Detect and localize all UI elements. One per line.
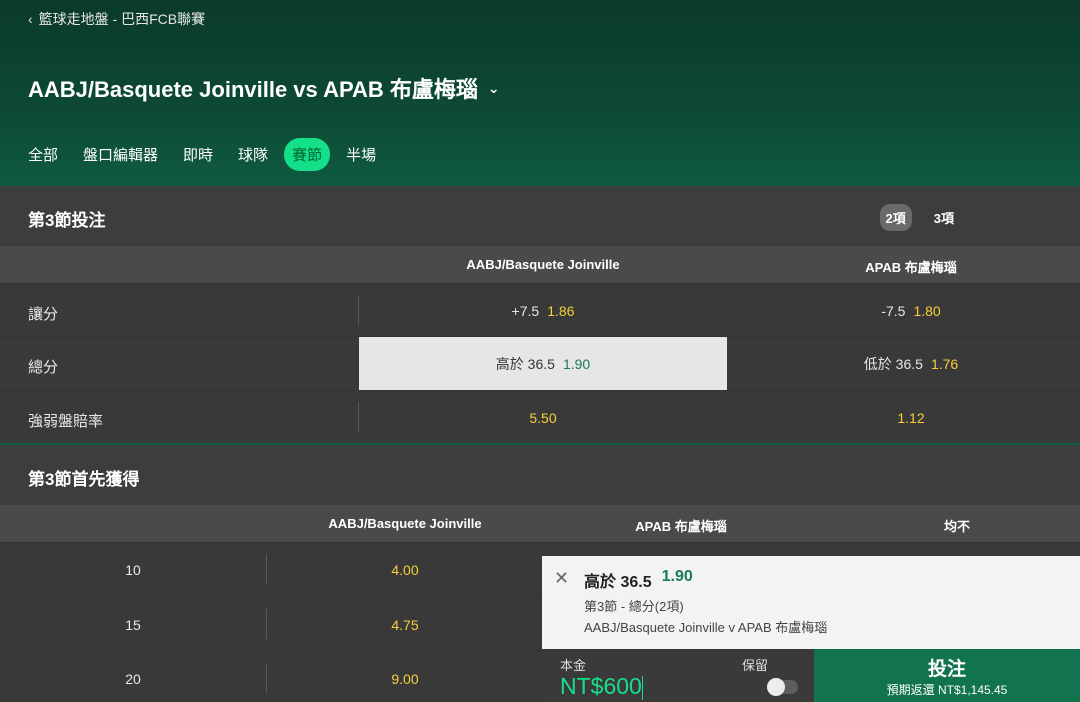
pill-2way[interactable]: 2項 (879, 204, 912, 231)
chevron-down-icon[interactable]: ⌄ (488, 80, 500, 97)
line-value: +7.5 (511, 303, 540, 319)
tab-live[interactable]: 即時 (174, 138, 222, 171)
section-quarter3-race: 第3節首先獲得 (0, 445, 1080, 505)
section-title: 第3節投注 (28, 211, 106, 230)
row-label: 讓分 (28, 306, 59, 323)
breadcrumb[interactable]: ‹ 籃球走地盤 - 巴西FCB聯賽 (28, 9, 205, 29)
line-value: 高於 36.5 (495, 356, 555, 372)
section-title: 第3節首先獲得 (28, 470, 140, 489)
odds-value: 1.80 (913, 303, 941, 319)
odds-cell-home[interactable]: 4.00 (270, 562, 540, 578)
table-row: 總分 高於 36.5 1.90 低於 36.5 1.76 (0, 336, 1080, 391)
column-header: AABJ/Basquete Joinville APAB 布盧梅瑙 均不 (0, 505, 1080, 542)
odds-value: 1.86 (547, 303, 575, 319)
stake-value: NT$600 (560, 673, 642, 699)
keep-toggle[interactable] (767, 678, 798, 696)
event-name: AABJ/Basquete Joinville v APAB 布盧梅瑙 (584, 620, 828, 635)
toggle-knob (767, 678, 785, 696)
way-toggle: 2項 3項 (879, 204, 960, 231)
odds-value: 5.50 (529, 410, 557, 426)
col-home: AABJ/Basquete Joinville (328, 516, 482, 531)
bet-button-label: 投注 (927, 659, 966, 680)
col-away: APAB 布盧梅瑙 (635, 519, 727, 534)
market-name: 第3節 - 總分(2項) (584, 599, 684, 614)
odds-cell-home[interactable]: +7.5 1.86 (359, 284, 727, 338)
col-home: AABJ/Basquete Joinville (466, 257, 620, 272)
odds-cell-away[interactable]: 低於 36.5 1.76 (727, 337, 1080, 391)
tab-half[interactable]: 半場 (337, 138, 385, 171)
selection-summary: 高於 36.5 1.90 (584, 568, 693, 592)
breadcrumb-text[interactable]: 籃球走地盤 - 巴西FCB聯賽 (39, 9, 205, 29)
odds-value: 1.90 (562, 356, 591, 372)
stake-area: 本金 NT$600 保留 (542, 649, 814, 702)
odds-cell-home[interactable]: 5.50 (359, 391, 727, 445)
close-icon[interactable]: ✕ (554, 568, 569, 589)
chevron-left-icon[interactable]: ‹ (28, 11, 33, 27)
bet-slip: ✕ 高於 36.5 1.90 第3節 - 總分(2項) AABJ/Basquet… (542, 556, 1080, 702)
page-title[interactable]: AABJ/Basquete Joinville vs APAB 布盧梅瑙 ⌄ (28, 72, 500, 104)
divider (266, 609, 267, 639)
odds-cell-away[interactable]: 1.12 (727, 391, 1080, 445)
line-value: -7.5 (881, 303, 906, 319)
col-away: APAB 布盧梅瑙 (865, 260, 957, 275)
col-none: 均不 (943, 519, 971, 534)
odds-value: 1.76 (930, 356, 959, 372)
odds-cell-home-selected[interactable]: 高於 36.5 1.90 (359, 337, 727, 391)
tab-team[interactable]: 球隊 (229, 138, 277, 171)
place-bet-button[interactable]: 投注 預期返還 NT$1,145.45 (814, 649, 1080, 702)
section-quarter3-bets: 第3節投注 2項 3項 (0, 186, 1080, 246)
expected-return: 預期返還 NT$1,145.45 (886, 683, 1008, 697)
pill-3way[interactable]: 3項 (928, 204, 960, 231)
tab-bet-builder[interactable]: 盤口編輯器 (74, 138, 167, 171)
keep-label: 保留 (742, 658, 769, 673)
points-label: 20 (125, 671, 141, 687)
divider (266, 554, 267, 584)
points-label: 10 (125, 562, 141, 578)
row-label: 總分 (28, 359, 59, 376)
bet-slip-selection: ✕ 高於 36.5 1.90 第3節 - 總分(2項) AABJ/Basquet… (542, 556, 1080, 649)
selection-name: 高於 36.5 (584, 574, 652, 591)
points-label: 15 (125, 617, 141, 633)
odds-value: 1.12 (897, 410, 925, 426)
stake-label: 本金 (560, 658, 587, 673)
odds-cell-away[interactable]: -7.5 1.80 (727, 284, 1080, 338)
column-header: AABJ/Basquete Joinville APAB 布盧梅瑙 (0, 246, 1080, 283)
line-value: 低於 36.5 (863, 356, 923, 372)
event-header: ‹ 籃球走地盤 - 巴西FCB聯賽 AABJ/Basquete Joinvill… (0, 0, 1080, 186)
market-tabs: 全部 盤口編輯器 即時 球隊 賽節 半場 (28, 138, 392, 171)
odds-cell-home[interactable]: 9.00 (270, 671, 540, 687)
tab-all[interactable]: 全部 (28, 138, 67, 171)
table-row: 讓分 +7.5 1.86 -7.5 1.80 (0, 283, 1080, 337)
text-caret (641, 675, 643, 700)
divider (266, 663, 267, 693)
table-row: 強弱盤賠率 5.50 1.12 (0, 390, 1080, 444)
odds-cell-home[interactable]: 4.75 (270, 617, 540, 633)
event-title: AABJ/Basquete Joinville vs APAB 布盧梅瑙 (28, 77, 478, 102)
row-label: 強弱盤賠率 (28, 413, 104, 430)
tab-quarter[interactable]: 賽節 (284, 138, 331, 171)
selection-odds: 1.90 (661, 568, 693, 585)
stake-input[interactable]: NT$600 (560, 673, 643, 700)
